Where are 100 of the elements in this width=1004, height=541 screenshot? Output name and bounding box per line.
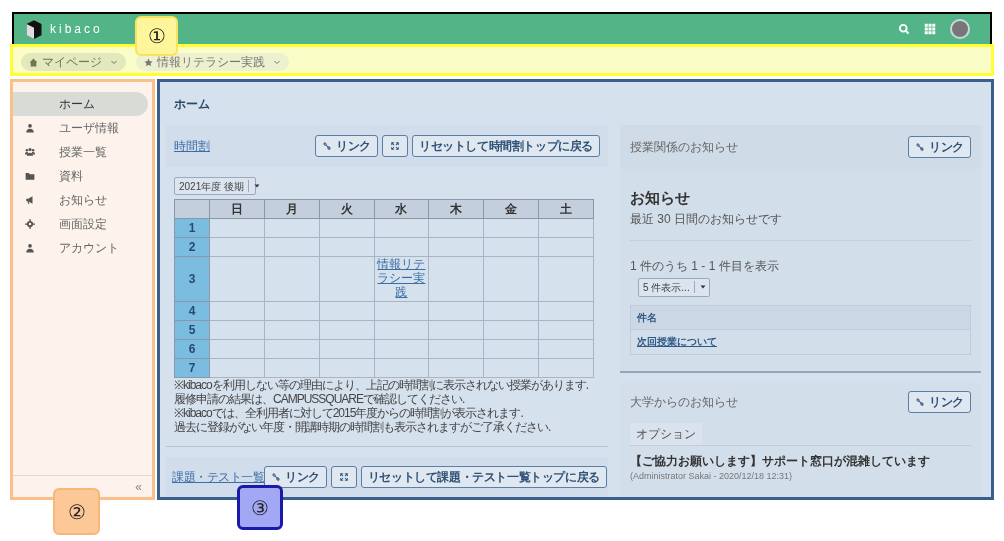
cube-logo-icon — [24, 19, 44, 39]
link-button[interactable]: リンク — [908, 136, 971, 158]
table-cell — [209, 320, 265, 340]
panel-title: 大学からのお知らせ — [630, 393, 738, 411]
reset-button[interactable]: リセットして課題・テスト一覧トップに戻る — [360, 466, 607, 488]
apps-button[interactable] — [924, 23, 936, 35]
table-cell — [209, 339, 265, 359]
breadcrumb-pill[interactable]: 情報リテラシー実践 — [136, 53, 289, 71]
star-icon — [144, 57, 153, 67]
table-cell — [264, 358, 320, 378]
sidebar-label: 授業一覧 — [59, 144, 107, 161]
breadcrumb-pill[interactable]: マイページ — [21, 53, 126, 71]
notice-title[interactable]: 【ご協力お願いします】サポート窓口が混雑しています — [630, 451, 971, 470]
table-cell — [428, 339, 484, 359]
callout-badge: ② — [53, 488, 100, 535]
table-cell — [264, 339, 320, 359]
expand-icon — [338, 472, 349, 482]
sidebar-label: アカウント — [59, 240, 119, 257]
table-cell — [483, 320, 539, 340]
table-cell — [264, 301, 320, 321]
table-header-cell — [174, 199, 210, 219]
table-header-cell: 木 — [428, 199, 484, 219]
expand-button[interactable] — [382, 135, 408, 157]
table-cell — [483, 358, 539, 378]
dropdown-icon — [698, 283, 707, 291]
sidebar-label: 資料 — [59, 168, 83, 185]
table-cell — [538, 320, 594, 340]
sidebar-item[interactable]: ユーザ情報 — [13, 116, 152, 140]
callout-badge: ① — [135, 16, 178, 56]
table-cell — [374, 320, 429, 340]
sidebar-item[interactable]: 授業一覧 — [13, 140, 152, 164]
link-icon — [915, 142, 926, 152]
expand-button[interactable] — [330, 466, 357, 488]
grid-icon — [924, 23, 936, 35]
table-cell — [264, 218, 320, 238]
table-header-cell: 火 — [319, 199, 375, 219]
user-icon — [25, 123, 35, 133]
select-field[interactable]: 5 件表示... — [638, 277, 710, 297]
table-cell — [209, 256, 265, 302]
table-cell — [209, 237, 265, 257]
period-cell: 3 — [174, 256, 210, 302]
link-button[interactable]: リンク — [264, 466, 327, 488]
options-tab[interactable]: オプション — [630, 422, 702, 445]
table-cell — [538, 301, 594, 321]
panel-title-link[interactable]: 時間割 — [174, 137, 210, 155]
note-text: 過去に登録がない年度・開講時期の時間割も表示されますがご了承ください. — [174, 420, 552, 434]
table-cell — [209, 218, 265, 238]
collapse-button[interactable]: « — [135, 477, 142, 496]
table-cell — [483, 218, 539, 238]
note-text: ※kibacoを利用しない等の理由により、上記の時間割に表示されない授業があります. — [174, 378, 590, 392]
sidebar-label: ホーム — [59, 96, 95, 113]
course-link[interactable]: 情報リテラシー実践 — [376, 257, 427, 299]
page-title: ホーム — [173, 96, 211, 113]
chevron-icon — [110, 58, 118, 66]
sidebar-item[interactable]: ホーム — [13, 92, 148, 116]
table-cell — [538, 339, 594, 359]
notice-link[interactable]: 次回授業について — [637, 334, 717, 349]
sidebar-item[interactable]: 画面設定 — [13, 212, 152, 236]
dropdown-icon — [253, 182, 262, 190]
sidebar-label: 画面設定 — [59, 216, 107, 233]
table-cell — [428, 320, 484, 340]
table-cell — [319, 339, 375, 359]
avatar[interactable] — [950, 19, 970, 39]
table-cell — [374, 339, 429, 359]
folder-icon — [25, 171, 35, 181]
callout-badge: ③ — [237, 485, 283, 530]
sidebar-item[interactable]: 資料 — [13, 164, 152, 188]
section-subtitle: 最近 30 日間のお知らせです — [630, 209, 971, 241]
table-cell — [319, 320, 375, 340]
table-header-cell: 月 — [264, 199, 320, 219]
sidebar-label: お知らせ — [59, 192, 107, 209]
link-icon — [915, 396, 926, 407]
table-cell — [428, 237, 484, 257]
user-icon — [25, 243, 35, 253]
table-cell — [538, 256, 594, 302]
link-button[interactable]: リンク — [908, 390, 971, 413]
panel-title-link[interactable]: 課題・テスト一覧 — [172, 468, 264, 486]
table-cell — [374, 358, 429, 378]
notice-meta: (Administrator Sakai - 2020/12/18 12:31) — [630, 469, 794, 482]
chevron-icon — [273, 58, 281, 66]
column-header: 件名 — [631, 305, 970, 330]
link-button[interactable]: リンク — [315, 135, 378, 157]
table-cell — [374, 218, 429, 238]
sidebar-item[interactable]: アカウント — [13, 236, 152, 260]
table-header-cell: 水 — [374, 199, 429, 219]
table-cell — [319, 237, 375, 257]
table-header-cell: 日 — [209, 199, 265, 219]
table-cell — [264, 256, 320, 302]
table-cell — [483, 301, 539, 321]
note-text: ※kibacoでは、全利用者に対して2015年度からの時間割が表示されます. — [174, 406, 524, 420]
sidebar-item[interactable]: お知らせ — [13, 188, 152, 212]
table-cell — [209, 358, 265, 378]
expand-icon — [390, 141, 400, 151]
link-icon — [322, 141, 333, 151]
panel-title: 授業関係のお知らせ — [630, 139, 738, 156]
reset-button[interactable]: リセットして時間割トップに戻る — [412, 135, 600, 157]
table-cell — [209, 301, 265, 321]
link-icon — [271, 472, 281, 482]
table-cell — [319, 218, 375, 238]
search-button[interactable] — [898, 23, 910, 35]
